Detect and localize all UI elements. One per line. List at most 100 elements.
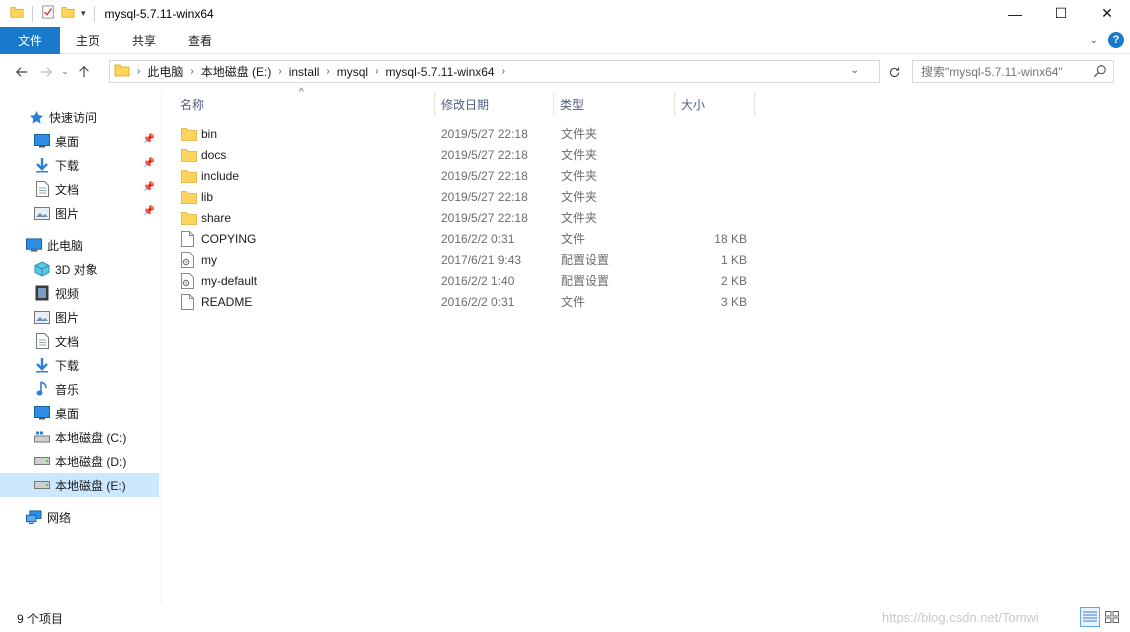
file-size: 3 KB [720,294,747,309]
sidebar-item-music[interactable]: 音乐 [0,377,159,401]
file-name: my-default [201,273,258,288]
sidebar-item-documents[interactable]: 文档 📌 [0,177,159,201]
sidebar-item-network[interactable]: 网络 [0,505,159,529]
chevron-right-icon[interactable]: › [187,66,196,77]
tab-share[interactable]: 共享 [116,27,172,54]
close-button[interactable]: ✕ [1084,0,1130,27]
help-icon[interactable]: ? [1108,32,1124,48]
sidebar-item-drive-e[interactable]: 本地磁盘 (E:) [0,473,159,497]
breadcrumb-mysql[interactable]: mysql [333,65,372,79]
details-view-button[interactable] [1080,607,1100,627]
download-icon [34,157,50,173]
file-name-cell: my [181,249,217,270]
file-name: my [201,252,217,267]
file-type: 配置设置 [561,274,610,288]
chevron-right-icon[interactable]: › [275,66,284,77]
new-folder-icon[interactable] [61,5,75,22]
file-icon [181,293,197,310]
file-type: 文件夹 [561,169,598,183]
table-row[interactable]: lib 2019/5/27 22:18 文件夹 [163,186,763,207]
column-divider[interactable] [434,91,435,117]
sidebar-item-drive-c[interactable]: 本地磁盘 (C:) [0,425,159,449]
sidebar-item-pictures[interactable]: 图片 📌 [0,201,159,225]
sidebar-item-label: 本地磁盘 (E:) [55,478,126,493]
sidebar-item-documents-pc[interactable]: 文档 [0,329,159,353]
table-row[interactable]: docs 2019/5/27 22:18 文件夹 [163,144,763,165]
chevron-right-icon[interactable]: › [323,66,332,77]
music-icon [34,381,50,397]
file-name-cell: README [181,291,252,312]
search-icon[interactable] [1093,64,1107,81]
column-divider[interactable] [754,91,755,117]
column-divider[interactable] [674,91,675,117]
chevron-right-icon[interactable]: › [372,66,381,77]
table-row[interactable]: bin 2019/5/27 22:18 文件夹 [163,123,763,144]
maximize-button[interactable]: ☐ [1038,0,1084,27]
back-button[interactable] [10,60,34,84]
navigation-pane: 快速访问 桌面 📌 下载 📌 文档 📌 图片 📌 此电脑 3D 对象 视频 图片… [0,89,162,604]
forward-arrow-icon [40,66,53,77]
minimize-button[interactable]: — [992,0,1038,27]
file-name: share [201,210,232,225]
sidebar-item-quick-access[interactable]: 快速访问 [0,105,159,129]
config-file-icon [181,272,197,289]
table-row[interactable]: my 2017/6/21 9:43 配置设置 1 KB [163,249,763,270]
sidebar-item-drive-d[interactable]: 本地磁盘 (D:) [0,449,159,473]
pin-icon[interactable]: 📌 [143,206,155,217]
sidebar-item-pictures-pc[interactable]: 图片 [0,305,159,329]
folder-icon[interactable] [10,5,24,22]
folder-icon [181,168,197,184]
search-input[interactable] [921,64,1091,79]
sidebar-item-desktop-pc[interactable]: 桌面 [0,401,159,425]
large-icons-view-button[interactable] [1102,607,1122,627]
breadcrumb-install[interactable]: install [285,65,324,79]
sidebar-item-3d-objects[interactable]: 3D 对象 [0,257,159,281]
column-divider[interactable] [553,91,554,117]
table-row[interactable]: my-default 2016/2/2 1:40 配置设置 2 KB [163,270,763,291]
properties-icon[interactable] [41,5,55,22]
forward-button[interactable] [34,60,58,84]
address-bar[interactable]: › 此电脑 › 本地磁盘 (E:) › install › mysql › my… [109,60,880,83]
file-size: 18 KB [714,231,747,246]
sidebar-item-label: 快速访问 [49,110,98,125]
item-count: 9 个项目 [17,611,64,626]
expand-ribbon-icon[interactable]: ⌄ [1090,35,1098,46]
sidebar-item-videos[interactable]: 视频 [0,281,159,305]
column-header-name[interactable]: 名称 [180,89,435,119]
sidebar-item-downloads-pc[interactable]: 下载 [0,353,159,377]
pin-icon[interactable]: 📌 [143,134,155,145]
table-row[interactable]: README 2016/2/2 0:31 文件 3 KB [163,291,763,312]
column-header-date[interactable]: 修改日期 [441,89,553,119]
pin-icon[interactable]: 📌 [143,158,155,169]
column-header-size[interactable]: 大小 [681,89,753,119]
breadcrumb-this-pc[interactable]: 此电脑 [143,63,187,80]
document-icon [34,181,50,197]
chevron-right-icon[interactable]: › [134,66,143,77]
pin-icon[interactable]: 📌 [143,182,155,193]
breadcrumb-current[interactable]: mysql-5.7.11-winx64 [381,65,498,79]
sidebar-item-desktop[interactable]: 桌面 📌 [0,129,159,153]
config-file-icon [181,251,197,268]
column-header-type[interactable]: 类型 [560,89,673,119]
sidebar-item-label: 图片 [55,310,80,325]
address-dropdown-icon[interactable]: ⌄ [851,65,859,76]
file-name: bin [201,126,218,141]
recent-locations-button[interactable]: ⌄ [58,60,72,84]
customize-toolbar-icon[interactable]: ▾ [81,8,86,19]
sidebar-item-downloads[interactable]: 下载 📌 [0,153,159,177]
sidebar-item-this-pc[interactable]: 此电脑 [0,233,159,257]
table-row[interactable]: include 2019/5/27 22:18 文件夹 [163,165,763,186]
tab-view[interactable]: 查看 [172,27,228,54]
tab-file[interactable]: 文件 [0,26,60,54]
breadcrumb-drive-e[interactable]: 本地磁盘 (E:) [197,63,276,80]
folder-icon [181,126,197,142]
video-icon [34,285,50,301]
search-box[interactable] [912,60,1114,83]
up-button[interactable] [72,60,96,84]
tab-home[interactable]: 主页 [60,27,116,54]
column-header-label: 大小 [681,97,706,112]
table-row[interactable]: share 2019/5/27 22:18 文件夹 [163,207,763,228]
chevron-right-icon[interactable]: › [499,66,508,77]
refresh-button[interactable] [884,62,904,82]
table-row[interactable]: COPYING 2016/2/2 0:31 文件 18 KB [163,228,763,249]
